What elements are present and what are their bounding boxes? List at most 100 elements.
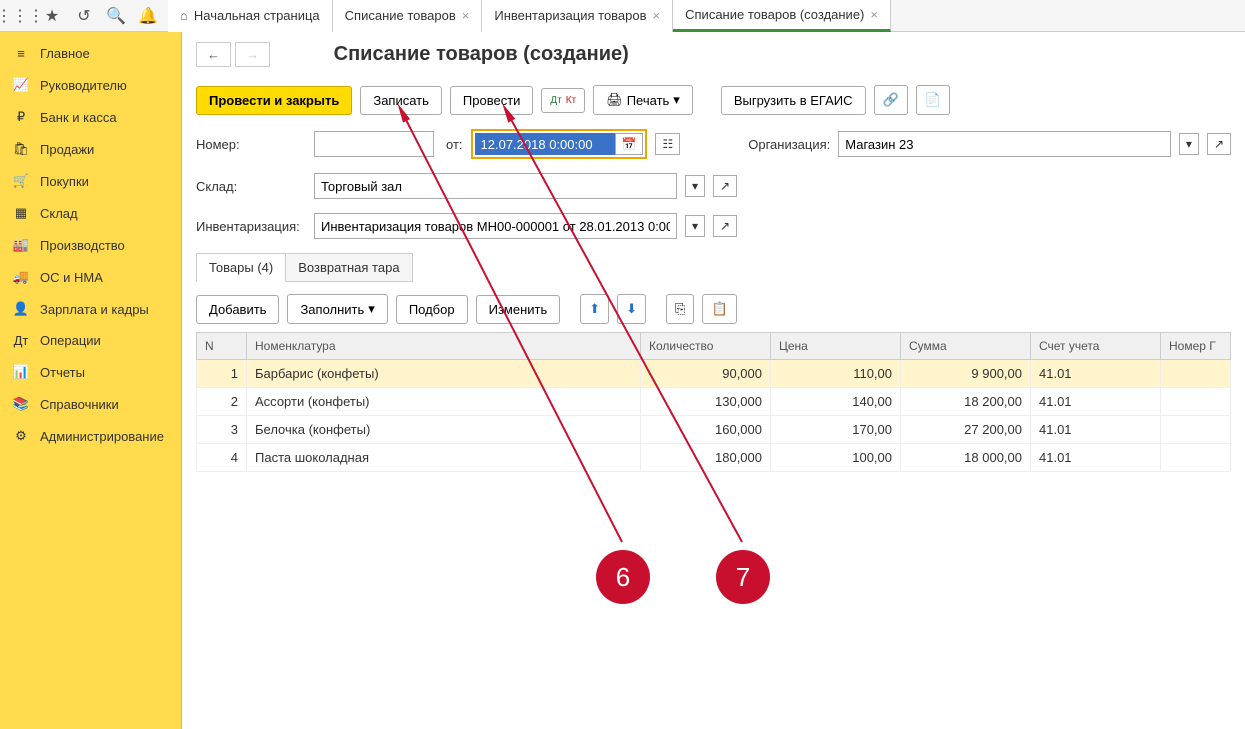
date-input[interactable] xyxy=(475,133,615,155)
cell[interactable] xyxy=(1161,388,1231,416)
link-button[interactable]: 🔗 xyxy=(874,85,908,115)
star-icon[interactable]: ★ xyxy=(40,4,64,28)
org-input[interactable] xyxy=(838,131,1171,157)
tab[interactable]: ⌂Начальная страница xyxy=(168,0,333,32)
inventory-dropdown-icon[interactable]: ▾ xyxy=(685,215,705,237)
save-button[interactable]: Записать xyxy=(360,86,442,115)
date-label: от: xyxy=(446,137,463,152)
cell[interactable]: 110,00 xyxy=(771,360,901,388)
cell[interactable]: Ассорти (конфеты) xyxy=(247,388,641,416)
cell[interactable]: 41.01 xyxy=(1031,388,1161,416)
close-icon[interactable]: × xyxy=(870,7,878,22)
cell[interactable]: 2 xyxy=(197,388,247,416)
bell-icon[interactable]: 🔔 xyxy=(136,4,160,28)
apps-icon[interactable]: ⋮⋮⋮ xyxy=(8,4,32,28)
org-dropdown-icon[interactable]: ▾ xyxy=(1179,133,1199,155)
move-up-button[interactable]: ⬆ xyxy=(580,294,609,324)
cell[interactable]: Белочка (конфеты) xyxy=(247,416,641,444)
col-qty[interactable]: Количество xyxy=(641,333,771,360)
cell[interactable] xyxy=(1161,416,1231,444)
back-button[interactable]: ← xyxy=(196,42,231,67)
sidebar-icon: ₽ xyxy=(12,109,30,125)
sidebar-item[interactable]: 📊Отчеты xyxy=(0,356,181,388)
col-account[interactable]: Счет учета xyxy=(1031,333,1161,360)
cell[interactable]: 160,000 xyxy=(641,416,771,444)
cell[interactable]: 18 200,00 xyxy=(901,388,1031,416)
table-row[interactable]: 4Паста шоколадная180,000100,0018 000,004… xyxy=(197,444,1231,472)
egais-button[interactable]: Выгрузить в ЕГАИС xyxy=(721,86,866,115)
sidebar-item[interactable]: 🏭Производство xyxy=(0,229,181,261)
tab[interactable]: Списание товаров (создание)× xyxy=(673,0,891,32)
cell[interactable]: 9 900,00 xyxy=(901,360,1031,388)
sidebar-item[interactable]: ⚙Администрирование xyxy=(0,420,181,452)
cell[interactable] xyxy=(1161,444,1231,472)
cell[interactable]: 41.01 xyxy=(1031,416,1161,444)
inner-tab[interactable]: Возвратная тара xyxy=(285,253,412,282)
warehouse-input[interactable] xyxy=(314,173,677,199)
sidebar-item[interactable]: ▦Склад xyxy=(0,197,181,229)
sidebar-item[interactable]: 📚Справочники xyxy=(0,388,181,420)
close-icon[interactable]: × xyxy=(462,8,470,23)
move-down-button[interactable]: ⬇ xyxy=(617,294,646,324)
org-open-icon[interactable]: ↗ xyxy=(1207,133,1231,155)
post-close-button[interactable]: Провести и закрыть xyxy=(196,86,352,115)
cell[interactable]: 180,000 xyxy=(641,444,771,472)
col-nomenclature[interactable]: Номенклатура xyxy=(247,333,641,360)
cell[interactable]: 41.01 xyxy=(1031,360,1161,388)
table-row[interactable]: 2Ассорти (конфеты)130,000140,0018 200,00… xyxy=(197,388,1231,416)
inventory-open-icon[interactable]: ↗ xyxy=(713,215,737,237)
cell[interactable]: 4 xyxy=(197,444,247,472)
paste-button[interactable]: 📋 xyxy=(702,294,736,324)
cell[interactable]: 100,00 xyxy=(771,444,901,472)
close-icon[interactable]: × xyxy=(653,8,661,23)
cell[interactable]: 3 xyxy=(197,416,247,444)
cell[interactable]: 27 200,00 xyxy=(901,416,1031,444)
cell[interactable]: Паста шоколадная xyxy=(247,444,641,472)
fill-button[interactable]: Заполнить ▾ xyxy=(287,294,387,324)
add-button[interactable]: Добавить xyxy=(196,295,279,324)
cell[interactable]: 41.01 xyxy=(1031,444,1161,472)
cell[interactable]: 18 000,00 xyxy=(901,444,1031,472)
search-icon[interactable]: 🔍 xyxy=(104,4,128,28)
cell[interactable]: 170,00 xyxy=(771,416,901,444)
col-price[interactable]: Цена xyxy=(771,333,901,360)
history-icon[interactable]: ↺ xyxy=(72,4,96,28)
sidebar-item[interactable]: ₽Банк и касса xyxy=(0,101,181,133)
sidebar-item[interactable]: 🛍Продажи xyxy=(0,133,181,165)
pick-button[interactable]: Подбор xyxy=(396,295,468,324)
inner-tabs: Товары (4)Возвратная тара xyxy=(196,253,1231,282)
cell[interactable]: 130,000 xyxy=(641,388,771,416)
sidebar-item[interactable]: 👤Зарплата и кадры xyxy=(0,293,181,325)
copy-button[interactable]: ⎘ xyxy=(666,294,694,324)
tab[interactable]: Инвентаризация товаров× xyxy=(482,0,673,32)
sidebar-item[interactable]: ДтОперации xyxy=(0,325,181,356)
col-sum[interactable]: Сумма xyxy=(901,333,1031,360)
inventory-input[interactable] xyxy=(314,213,677,239)
sidebar-item[interactable]: 📈Руководителю xyxy=(0,69,181,101)
sidebar-item[interactable]: 🚚ОС и НМА xyxy=(0,261,181,293)
warehouse-dropdown-icon[interactable]: ▾ xyxy=(685,175,705,197)
cell[interactable]: Барбарис (конфеты) xyxy=(247,360,641,388)
print-button[interactable]: 🖨 Печать ▾ xyxy=(593,85,693,115)
warehouse-open-icon[interactable]: ↗ xyxy=(713,175,737,197)
dtkt-button[interactable]: ДтКт xyxy=(541,88,585,113)
sidebar-item[interactable]: 🛒Покупки xyxy=(0,165,181,197)
col-gtd[interactable]: Номер Г xyxy=(1161,333,1231,360)
cell[interactable]: 1 xyxy=(197,360,247,388)
cell[interactable] xyxy=(1161,360,1231,388)
calendar-icon[interactable]: 📅 xyxy=(615,133,644,155)
report-button[interactable]: 📄 xyxy=(916,85,950,115)
post-button[interactable]: Провести xyxy=(450,86,534,115)
table-row[interactable]: 3Белочка (конфеты)160,000170,0027 200,00… xyxy=(197,416,1231,444)
forward-button[interactable]: → xyxy=(235,42,270,67)
sidebar-item[interactable]: ≡Главное xyxy=(0,38,181,69)
col-n[interactable]: N xyxy=(197,333,247,360)
number-input[interactable] xyxy=(314,131,434,157)
inner-tab[interactable]: Товары (4) xyxy=(196,253,286,282)
change-button[interactable]: Изменить xyxy=(476,295,561,324)
cell[interactable]: 90,000 xyxy=(641,360,771,388)
table-row[interactable]: 1Барбарис (конфеты)90,000110,009 900,004… xyxy=(197,360,1231,388)
date-extra-button[interactable]: ☷ xyxy=(655,133,680,155)
cell[interactable]: 140,00 xyxy=(771,388,901,416)
tab[interactable]: Списание товаров× xyxy=(333,0,483,32)
